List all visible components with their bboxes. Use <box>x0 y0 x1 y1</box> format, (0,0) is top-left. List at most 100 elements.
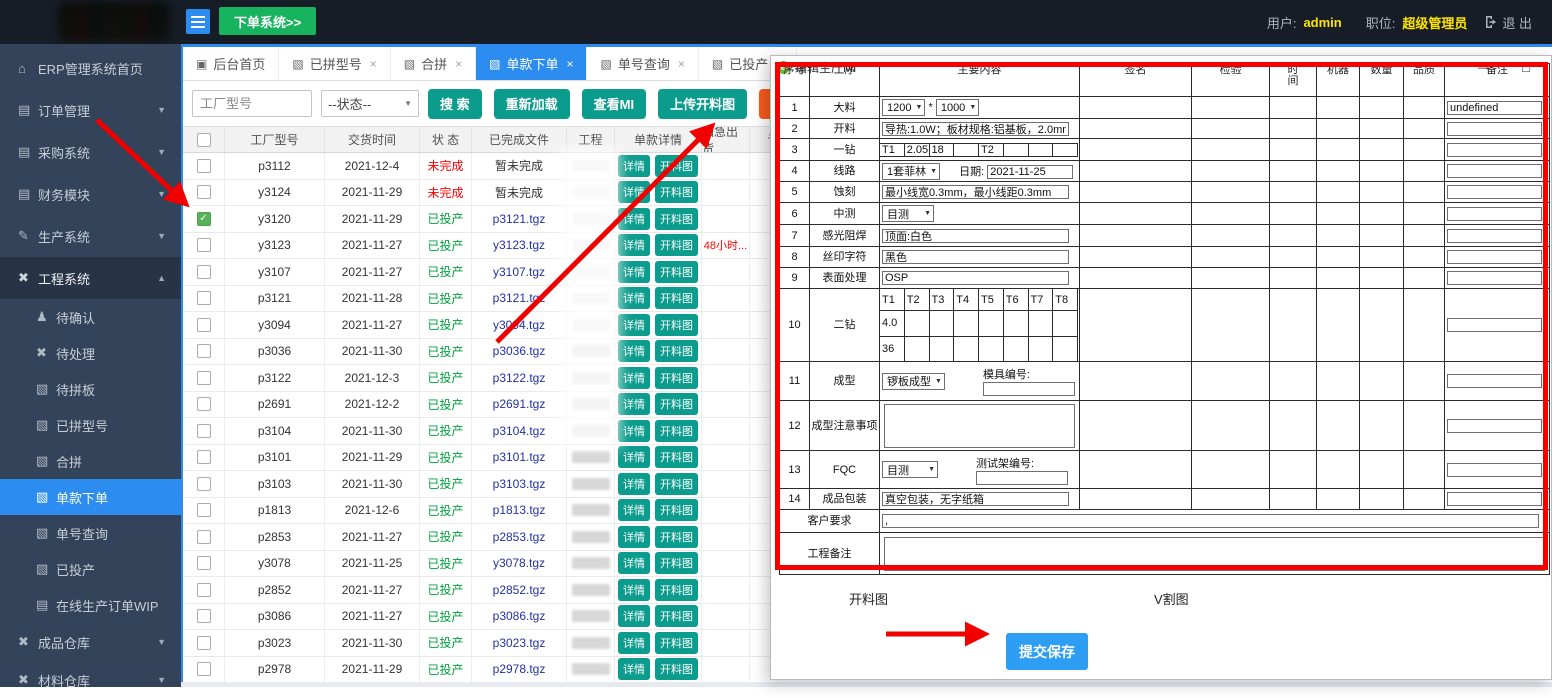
mi-note-input[interactable] <box>1447 164 1542 178</box>
extra-number-input[interactable] <box>976 471 1068 485</box>
column-header[interactable]: 单款详情 <box>615 127 702 152</box>
panel-width-select[interactable]: 1200▼ <box>882 99 925 116</box>
mi-note-input[interactable] <box>1447 250 1542 264</box>
detail-button[interactable]: 详情 <box>618 181 650 203</box>
mi-select[interactable]: 目测▼ <box>882 461 938 478</box>
row-checkbox[interactable] <box>197 583 211 597</box>
tab-4[interactable]: ▧ 单号查询 × <box>587 47 698 80</box>
mi-text-input[interactable] <box>882 271 1069 285</box>
date-input[interactable] <box>987 165 1073 179</box>
tab-3[interactable]: ▧ 单款下单 × <box>476 47 587 80</box>
sidebar-item-5[interactable]: ✖ 工程系统 ▲ <box>0 257 181 299</box>
upload-cut-image-button[interactable]: 上传开料图 <box>658 89 747 119</box>
row-checkbox[interactable] <box>197 318 211 332</box>
tab-0[interactable]: ▣ 后台首页 <box>183 47 279 80</box>
column-header[interactable]: 交货时间 <box>325 127 420 152</box>
mi-note-input[interactable] <box>1447 318 1542 332</box>
cut-image-button[interactable]: 开料图 <box>655 446 698 468</box>
row-checkbox[interactable] <box>197 424 211 438</box>
mi-note-input[interactable] <box>1447 143 1542 157</box>
drill2-cell[interactable] <box>979 311 1004 337</box>
row-checkbox[interactable] <box>197 159 211 173</box>
select-all-checkbox[interactable] <box>197 133 211 147</box>
row-checkbox[interactable] <box>197 636 211 650</box>
row-checkbox[interactable] <box>197 503 211 517</box>
customer-requirement-input[interactable] <box>882 514 1539 528</box>
logout-button[interactable]: 退 出 <box>1484 13 1532 32</box>
drill2-cell[interactable] <box>979 336 1004 362</box>
mi-note-input[interactable] <box>1447 419 1542 433</box>
close-icon[interactable]: × <box>566 57 573 71</box>
row-checkbox[interactable] <box>197 530 211 544</box>
cut-image-button[interactable]: 开料图 <box>655 579 698 601</box>
tab-2[interactable]: ▧ 合拼 × <box>391 47 476 80</box>
drill2-cell[interactable] <box>1053 311 1078 337</box>
mi-text-input[interactable] <box>882 185 1069 199</box>
mi-note-input[interactable] <box>1447 271 1542 285</box>
detail-button[interactable]: 详情 <box>618 155 650 177</box>
drill2-cell[interactable] <box>1028 336 1053 362</box>
drill-cell[interactable] <box>954 143 979 156</box>
sidebar-item-12[interactable]: ▧ 单号查询 <box>0 515 181 551</box>
drill2-cell[interactable] <box>954 336 979 362</box>
mi-note-input[interactable] <box>1447 101 1542 115</box>
detail-button[interactable]: 详情 <box>618 393 650 415</box>
detail-button[interactable]: 详情 <box>618 632 650 654</box>
mi-note-input[interactable] <box>1447 207 1542 221</box>
detail-button[interactable]: 详情 <box>618 367 650 389</box>
sidebar-item-13[interactable]: ▧ 已投产 <box>0 551 181 587</box>
row-checkbox[interactable] <box>197 238 211 252</box>
detail-button[interactable]: 详情 <box>618 261 650 283</box>
detail-button[interactable]: 详情 <box>618 208 650 230</box>
row-checkbox[interactable] <box>197 265 211 279</box>
cut-image-button[interactable]: 开料图 <box>655 552 698 574</box>
detail-button[interactable]: 详情 <box>618 526 650 548</box>
cut-image-button[interactable]: 开料图 <box>655 526 698 548</box>
tab-1[interactable]: ▧ 已拼型号 × <box>279 47 390 80</box>
status-select[interactable]: --状态-- ▼ <box>321 90 419 117</box>
mi-note-input[interactable] <box>1447 374 1542 388</box>
detail-button[interactable]: 详情 <box>618 287 650 309</box>
detail-button[interactable]: 详情 <box>618 340 650 362</box>
sidebar-item-1[interactable]: ▤ 订单管理 ▼ <box>0 89 181 131</box>
sidebar-item-11[interactable]: ▧ 单款下单 <box>0 479 181 515</box>
column-header[interactable]: 工程 <box>567 127 615 152</box>
panel-height-select[interactable]: 1000▼ <box>936 99 979 116</box>
drill-cell[interactable]: T2 <box>979 143 1004 156</box>
mi-note-input[interactable] <box>1447 185 1542 199</box>
cut-image-button[interactable]: 开料图 <box>655 234 698 256</box>
order-system-button[interactable]: 下单系统>> <box>219 7 316 35</box>
cut-image-button[interactable]: 开料图 <box>655 499 698 521</box>
mi-note-input[interactable] <box>1447 463 1542 477</box>
drill-cell[interactable]: 2.05 <box>904 143 929 156</box>
mi-textarea[interactable] <box>884 404 1075 448</box>
sidebar-item-0[interactable]: ⌂ ERP管理系统首页 <box>0 47 181 89</box>
row-checkbox[interactable] <box>197 291 211 305</box>
sidebar-item-15[interactable]: ✖ 成品仓库 ▼ <box>0 623 181 661</box>
close-icon[interactable]: × <box>370 57 377 71</box>
cut-image-button[interactable]: 开料图 <box>655 420 698 442</box>
drill2-cell[interactable] <box>929 311 954 337</box>
sidebar-item-2[interactable]: ▤ 采购系统 ▼ <box>0 131 181 173</box>
drill-cell[interactable] <box>1028 143 1053 156</box>
cut-image-button[interactable]: 开料图 <box>655 208 698 230</box>
sidebar-item-3[interactable]: ▤ 财务模块 ▼ <box>0 173 181 215</box>
mi-note-input[interactable] <box>1447 122 1542 136</box>
sidebar-item-6[interactable]: ♟ 待确认 <box>0 299 181 335</box>
drill2-cell[interactable]: 36 <box>880 336 905 362</box>
drill2-cell[interactable] <box>1053 336 1078 362</box>
mi-note-input[interactable] <box>1447 229 1542 243</box>
cut-image-button[interactable]: 开料图 <box>655 605 698 627</box>
cut-image-button[interactable]: 开料图 <box>655 287 698 309</box>
row-checkbox[interactable]: ✓ <box>197 212 211 226</box>
column-header[interactable]: 已完成文件 <box>472 127 567 152</box>
cut-image-button[interactable]: 开料图 <box>655 261 698 283</box>
mi-note-input[interactable] <box>1447 492 1542 506</box>
cut-image-button[interactable]: 开料图 <box>655 393 698 415</box>
close-icon[interactable]: × <box>455 57 462 71</box>
detail-button[interactable]: 详情 <box>618 420 650 442</box>
row-checkbox[interactable] <box>197 662 211 676</box>
detail-button[interactable]: 详情 <box>618 499 650 521</box>
cut-image-button[interactable]: 开料图 <box>655 658 698 680</box>
sidebar-item-14[interactable]: ▤ 在线生产订单WIP <box>0 587 181 623</box>
